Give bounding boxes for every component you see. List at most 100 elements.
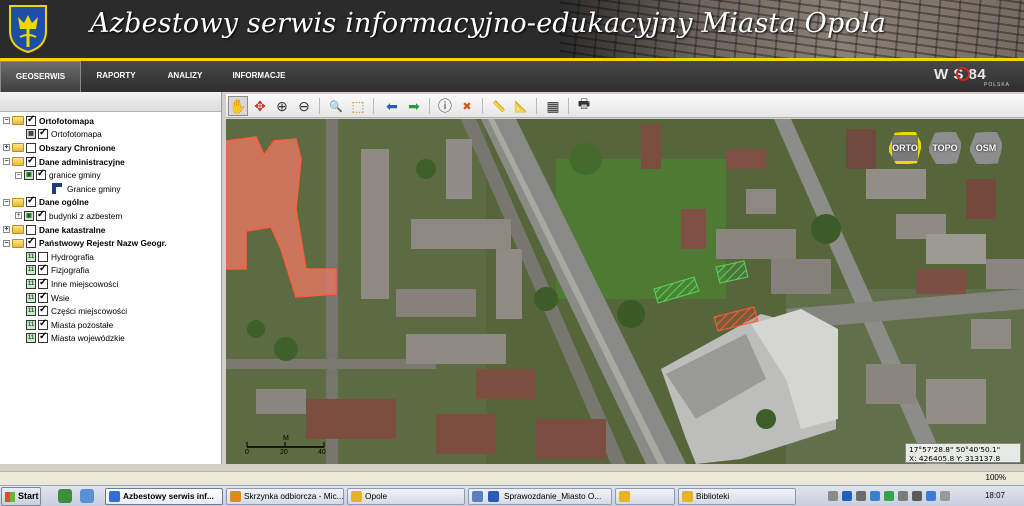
measure-distance-icon[interactable]: 📏 — [489, 96, 509, 116]
zoom-level[interactable]: 100% — [986, 473, 1006, 482]
battery-icon[interactable] — [898, 491, 908, 501]
city-coat-of-arms-icon[interactable] — [7, 3, 49, 54]
layer-checkbox[interactable] — [38, 127, 48, 140]
expand-icon[interactable]: + — [15, 212, 22, 220]
folder-icon — [12, 197, 24, 207]
tree-layer-miasta-pozostale[interactable]: 11 Miasta pozostałe — [0, 318, 221, 332]
layer-checkbox[interactable] — [38, 304, 48, 317]
collapse-icon[interactable]: − — [3, 198, 10, 206]
layer-checkbox[interactable] — [26, 142, 36, 153]
tree-layer-miasta-wojewodzkie[interactable]: 11 Miasta wojewódzkie — [0, 331, 221, 346]
tree-layer-czesci-miejscowosci[interactable]: 11 Części miejscowości — [0, 304, 221, 318]
layer-tree-header — [0, 92, 221, 112]
tray-arrow-icon[interactable] — [828, 491, 838, 501]
usb-icon[interactable] — [856, 491, 866, 501]
layer-checkbox[interactable] — [38, 291, 48, 303]
tree-layer-ortofotomapa[interactable]: ▦ Ortofotomapa — [0, 127, 221, 142]
expand-icon[interactable]: + — [3, 226, 10, 234]
orthophoto-map — [226, 119, 1024, 464]
bluetooth-icon[interactable] — [842, 491, 852, 501]
clear-selection-icon[interactable]: ✖ — [457, 96, 477, 116]
wgs84-brand-logo: W S 84 POLSKA — [934, 66, 1012, 88]
tree-group-dane-ogolne[interactable]: − Dane ogólne — [0, 195, 221, 210]
collapse-icon[interactable]: − — [15, 171, 22, 179]
taskbar-item-biblioteki[interactable]: Biblioteki — [678, 488, 796, 505]
collapse-icon[interactable]: − — [3, 239, 10, 247]
taskbar-item-outlook[interactable]: Skrzynka odbiorcza - Mic... — [226, 488, 344, 505]
quick-launch-app-icon[interactable] — [80, 489, 94, 503]
layer-checkbox[interactable] — [26, 195, 36, 208]
tree-label: Ortofotomapa — [51, 129, 102, 140]
layer-checkbox[interactable] — [26, 224, 36, 235]
ie-icon — [109, 491, 120, 502]
measure-area-icon[interactable]: 📐 — [511, 96, 531, 116]
zoom-in-icon[interactable]: ⊕ — [272, 96, 292, 116]
basemap-orto-button[interactable]: ORTO — [886, 129, 924, 167]
tree-layer-wsie[interactable]: 11 Wsie — [0, 291, 221, 305]
tree-label: Ortofotomapa — [39, 115, 94, 126]
wifi-icon[interactable] — [926, 491, 936, 501]
system-tray: 18:07 — [824, 487, 1024, 506]
tree-layer-inne-miejscowosci[interactable]: 11 Inne miejscowości — [0, 277, 221, 291]
tab-raporty[interactable]: RAPORTY — [90, 61, 142, 92]
layer-checkbox[interactable] — [38, 318, 48, 330]
taskbar-item-word[interactable]: Sprawozdanie_Miasto O... — [468, 488, 612, 505]
attribute-table-icon[interactable]: ▦ — [543, 96, 563, 116]
tree-layer-hydrografia[interactable]: 11 Hydrografia — [0, 250, 221, 264]
print-icon[interactable]: 🖶 — [574, 96, 594, 116]
tree-group-dane-katastralne[interactable]: + Dane katastralne — [0, 223, 221, 237]
scale-tick: 0 — [245, 449, 249, 456]
zoom-box-icon[interactable]: ⬚ — [348, 96, 368, 116]
quick-launch-excel-icon[interactable] — [58, 489, 72, 503]
taskbar-item-browser[interactable]: Azbestowy serwis inf... — [105, 488, 223, 505]
tree-layer-fizjografia[interactable]: 11 Fizjografia — [0, 263, 221, 278]
tree-group-prng[interactable]: − Państwowy Rejestr Nazw Geogr. — [0, 236, 221, 250]
tree-group-ortofotomapa[interactable]: − Ortofotomapa — [0, 114, 221, 128]
pan-hand-icon[interactable]: ✋ — [228, 96, 248, 116]
tree-label: budynki z azbestem — [49, 210, 123, 221]
tab-analizy[interactable]: ANALIZY — [160, 61, 210, 92]
tree-label: Miasta pozostałe — [51, 319, 114, 330]
info-icon[interactable]: ⓘ — [435, 96, 455, 116]
tree-layer-granice-gminy[interactable]: − ▣ granice gminy — [0, 168, 221, 182]
layer-checkbox[interactable] — [36, 209, 46, 221]
map-view[interactable]: ORTO TOPO OSM M 0 20 40 17°57'28.8" 50°4… — [226, 119, 1024, 464]
full-extent-icon[interactable]: ✥ — [250, 96, 270, 116]
taskbar-item-folder[interactable] — [615, 488, 675, 505]
start-button[interactable]: Start — [1, 487, 41, 506]
basemap-osm-button[interactable]: OSM — [967, 129, 1005, 167]
previous-view-icon[interactable]: ⬅ — [382, 96, 402, 116]
tree-label: Hydrografia — [51, 251, 94, 262]
geo-coordinates: 17°57'28.8" 50°40'50.1" — [909, 445, 1001, 454]
layer-checkbox[interactable] — [38, 251, 48, 262]
wms-layer-icon: 11 — [26, 292, 36, 303]
app-icon — [472, 491, 483, 502]
tree-layer-budynki-z-azbestem[interactable]: + ▣ budynki z azbestem — [0, 209, 221, 223]
layer-checkbox[interactable] — [38, 263, 48, 276]
layer-checkbox[interactable] — [26, 114, 36, 126]
map-toolbar: ✋ ✥ ⊕ ⊖ 🔍 ⬚ ⬅ ➡ ⓘ ✖ 📏 📐 ▦ 🖶 — [226, 94, 1024, 118]
expand-icon[interactable]: + — [3, 144, 10, 152]
tab-geoserwis[interactable]: GEOSERWIS — [0, 61, 81, 92]
layer-checkbox[interactable] — [38, 331, 48, 344]
layer-checkbox[interactable] — [36, 168, 46, 181]
tree-group-obszary-chronione[interactable]: + Obszary Chronione — [0, 141, 221, 155]
app-tray-icon[interactable] — [870, 491, 880, 501]
layer-checkbox[interactable] — [38, 277, 48, 289]
zoom-out-icon[interactable]: ⊖ — [294, 96, 314, 116]
layer-checkbox[interactable] — [26, 236, 36, 249]
volume-icon[interactable] — [912, 491, 922, 501]
collapse-icon[interactable]: − — [3, 117, 10, 125]
tree-group-dane-administracyjne[interactable]: − Dane administracyjne — [0, 155, 221, 169]
collapse-icon[interactable]: − — [3, 158, 10, 166]
tab-informacje[interactable]: INFORMACJE — [228, 61, 290, 92]
flag-icon[interactable] — [940, 491, 950, 501]
library-icon — [682, 491, 693, 502]
zoom-window-icon[interactable]: 🔍 — [326, 96, 346, 116]
taskbar-item-opole-folder[interactable]: Opole — [347, 488, 465, 505]
layer-checkbox[interactable] — [26, 155, 36, 167]
clock[interactable]: 18:07 — [985, 491, 1005, 500]
network-icon[interactable] — [884, 491, 894, 501]
next-view-icon[interactable]: ➡ — [404, 96, 424, 116]
basemap-topo-button[interactable]: TOPO — [926, 129, 964, 167]
